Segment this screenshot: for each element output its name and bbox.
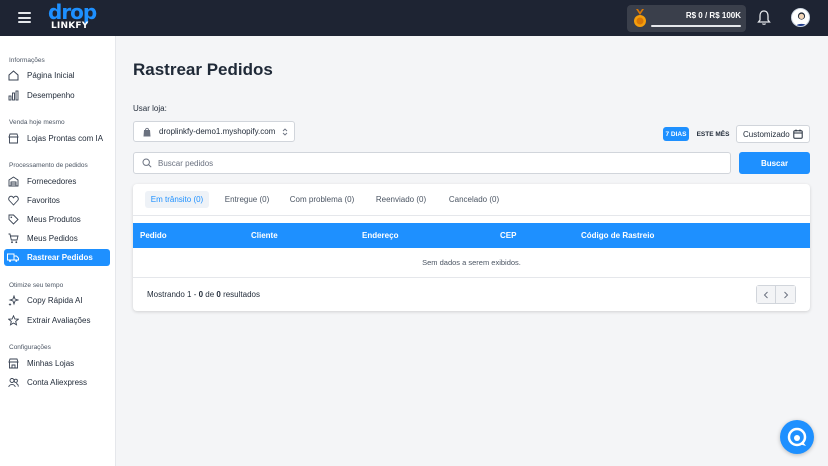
page-title: Rastrear Pedidos [133, 60, 273, 79]
logo-text-drop: drop [48, 0, 97, 24]
menu-icon[interactable] [18, 12, 31, 23]
sidebar-item-label: Desempenho [27, 91, 75, 100]
sidebar-item-label: Copy Rápida AI [27, 296, 83, 305]
search-icon [142, 158, 152, 168]
filter-custom-button[interactable]: Customizado [736, 125, 810, 143]
medal-icon [634, 9, 646, 27]
sales-goal-progress [651, 25, 741, 27]
next-page-button[interactable] [776, 286, 795, 303]
chevron-left-icon [763, 291, 768, 298]
sidebar-item-label: Fornecedores [27, 177, 77, 186]
sidebar-item-label: Página Inicial [27, 71, 75, 80]
shopify-icon [143, 127, 151, 136]
sidebar-item-desempenho[interactable]: Desempenho [4, 87, 110, 104]
column-header-cliente[interactable]: Cliente [251, 231, 278, 240]
sidebar-item-label: Rastrear Pedidos [27, 253, 93, 262]
store-label: Usar loja: [133, 104, 167, 113]
sidebar-item-fornecedores[interactable]: Fornecedores [4, 173, 110, 190]
sidebar-item-extrair-avaliacoes[interactable]: Extrair Avaliações [4, 312, 110, 329]
search-box [133, 152, 731, 174]
top-bar: drop LINKFY R$ 0 / R$ 100K [0, 0, 828, 36]
sidebar-item-label: Minhas Lojas [27, 359, 75, 368]
column-header-codigo-rastreio[interactable]: Código de Rastreio [581, 231, 654, 240]
sales-goal[interactable]: R$ 0 / R$ 100K [627, 5, 746, 32]
status-tabs: Em trânsito (0) Entregue (0) Com problem… [133, 184, 810, 216]
home-icon [7, 70, 19, 82]
previous-page-button[interactable] [757, 286, 777, 303]
bar-chart-icon [7, 90, 19, 102]
sidebar-section-title: Configurações [9, 344, 51, 351]
sidebar-item-lojas-prontas[interactable]: Lojas Prontas com IA [4, 130, 110, 147]
tab-reenviado[interactable]: Reenviado (0) [373, 191, 429, 208]
tab-entregue[interactable]: Entregue (0) [221, 191, 273, 208]
sidebar-item-label: Favoritos [27, 196, 60, 205]
sidebar-item-label: Extrair Avaliações [27, 316, 91, 325]
sidebar-item-favoritos[interactable]: Favoritos [4, 192, 110, 209]
bell-icon[interactable] [757, 10, 771, 26]
store-icon [7, 358, 19, 370]
logo[interactable]: drop LINKFY [48, 2, 98, 34]
chevron-up-down-icon [282, 127, 288, 136]
pagination-sep: - [191, 290, 199, 299]
sidebar-item-meus-pedidos[interactable]: Meus Pedidos [4, 230, 110, 247]
filter-7-days-button[interactable]: 7 DIAS [663, 127, 689, 141]
sidebar-item-rastrear-pedidos[interactable]: Rastrear Pedidos [4, 249, 110, 266]
sidebar-section-title: Otimize seu tempo [9, 282, 64, 289]
store-icon [7, 133, 19, 145]
pagination-suffix: resultados [220, 290, 260, 299]
cart-icon [7, 233, 19, 245]
sidebar-item-label: Meus Produtos [27, 215, 81, 224]
tab-em-transito[interactable]: Em trânsito (0) [145, 191, 209, 208]
truck-icon [7, 252, 19, 264]
search-button[interactable]: Buscar [739, 152, 810, 174]
user-avatar-icon [795, 12, 808, 26]
calendar-icon [793, 129, 803, 139]
table-header: Pedido Cliente Endereço CEP Código de Ra… [133, 223, 810, 248]
store-select[interactable]: droplinkfy-demo1.myshopify.com [133, 121, 295, 142]
chevron-right-icon [783, 291, 788, 298]
users-icon [7, 377, 19, 389]
pagination-controls [756, 285, 796, 304]
column-header-cep[interactable]: CEP [500, 231, 516, 240]
chat-icon [787, 427, 807, 447]
sidebar-item-meus-produtos[interactable]: Meus Produtos [4, 211, 110, 228]
column-header-endereco[interactable]: Endereço [362, 231, 398, 240]
heart-icon [7, 195, 19, 207]
sidebar-item-minhas-lojas[interactable]: Minhas Lojas [4, 355, 110, 372]
logo-text-linkfy: LINKFY [51, 21, 89, 31]
filter-this-month-button[interactable]: ESTE MÊS [694, 127, 732, 141]
sidebar-item-conta-aliexpress[interactable]: Conta Aliexpress [4, 374, 110, 391]
empty-state: Sem dados a serem exibidos. [133, 248, 810, 278]
filter-custom-label: Customizado [743, 129, 790, 139]
column-header-pedido[interactable]: Pedido [140, 231, 167, 240]
sidebar-section-title: Informações [9, 57, 45, 64]
sparkles-icon [7, 295, 19, 307]
star-icon [7, 315, 19, 327]
sidebar: Informações Página Inicial Desempenho Ve… [0, 36, 116, 466]
tab-cancelado[interactable]: Cancelado (0) [445, 191, 503, 208]
tag-icon [7, 214, 19, 226]
warehouse-icon [7, 176, 19, 188]
orders-card: Em trânsito (0) Entregue (0) Com problem… [133, 184, 810, 311]
pagination-of: de [203, 290, 217, 299]
avatar[interactable] [791, 8, 810, 27]
sales-goal-text: R$ 0 / R$ 100K [685, 11, 741, 20]
pagination-prefix: Mostrando [147, 290, 188, 299]
tab-com-problema[interactable]: Com problema (0) [287, 191, 357, 208]
search-input[interactable] [158, 158, 730, 168]
sidebar-item-pagina-inicial[interactable]: Página Inicial [4, 67, 110, 84]
sidebar-item-label: Conta Aliexpress [27, 378, 88, 387]
sidebar-item-copy-rapida[interactable]: Copy Rápida AI [4, 292, 110, 309]
support-chat-button[interactable] [780, 420, 814, 454]
sidebar-item-label: Meus Pedidos [27, 234, 78, 243]
sidebar-section-title: Venda hoje mesmo [9, 119, 65, 126]
pagination-summary: Mostrando 1 - 0 de 0 resultados [147, 290, 260, 299]
sidebar-item-label: Lojas Prontas com IA [27, 134, 104, 143]
sidebar-section-title: Processamento de pedidos [9, 162, 88, 169]
store-select-value: droplinkfy-demo1.myshopify.com [159, 127, 276, 136]
